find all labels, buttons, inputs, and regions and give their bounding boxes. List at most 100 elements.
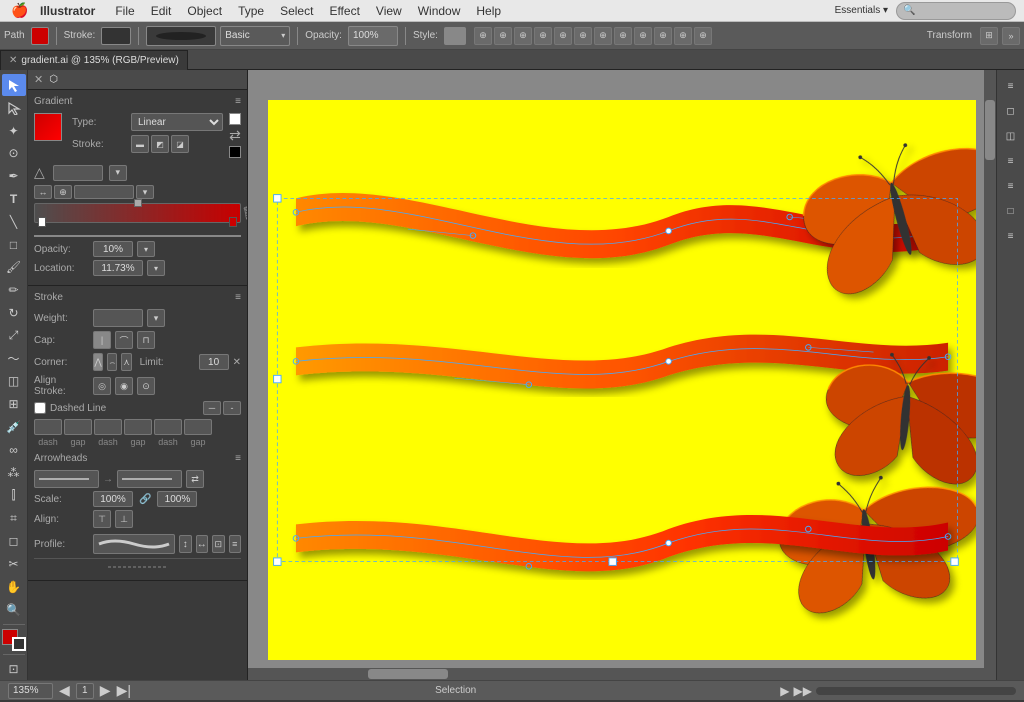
panel-tab-close-icon[interactable]: ✕ bbox=[34, 73, 43, 86]
document-tab[interactable]: ✕ gradient.ai @ 135% (RGB/Preview) bbox=[0, 50, 188, 70]
gradient-title[interactable]: Gradient ≡ bbox=[34, 96, 241, 107]
gap-1[interactable] bbox=[64, 419, 92, 435]
fill-color[interactable] bbox=[31, 27, 49, 45]
tool-warp[interactable]: 〜 bbox=[2, 348, 26, 370]
tool-column[interactable]: ⫿ bbox=[2, 485, 26, 507]
menu-window[interactable]: Window bbox=[410, 0, 469, 22]
weight-dropdown[interactable]: ▾ bbox=[147, 309, 165, 327]
tool-rotate[interactable]: ↻ bbox=[2, 302, 26, 324]
corner-miter[interactable]: ⋀ bbox=[93, 353, 103, 371]
stroke-title[interactable]: Stroke ≡ bbox=[34, 292, 241, 303]
tool-symbol[interactable]: ⁂ bbox=[2, 462, 26, 484]
arrowheads-menu-icon[interactable]: ≡ bbox=[235, 453, 241, 464]
angle-dropdown[interactable]: ▾ bbox=[109, 165, 127, 181]
tool-blob[interactable]: ✏ bbox=[2, 279, 26, 301]
tool-line[interactable]: ╲ bbox=[2, 211, 26, 233]
scale-2-input[interactable] bbox=[157, 491, 197, 507]
dash-1[interactable] bbox=[34, 419, 62, 435]
icon-btn-10[interactable]: ⊕ bbox=[654, 27, 672, 45]
tool-screen-mode[interactable]: ⊡ bbox=[2, 658, 26, 680]
stroke-icon-1[interactable]: ▬ bbox=[131, 135, 149, 153]
brush-type-select[interactable]: Basic ▾ bbox=[220, 26, 290, 46]
stroke-panel-menu-icon[interactable]: ≡ bbox=[235, 292, 241, 303]
close-tab-icon[interactable]: ✕ bbox=[9, 55, 17, 66]
icon-btn-11[interactable]: ⊕ bbox=[674, 27, 692, 45]
profile-reset-btn[interactable]: ⊡ bbox=[212, 535, 225, 553]
corner-bevel[interactable]: ⋏ bbox=[121, 353, 131, 371]
gradient-aspect-input[interactable] bbox=[74, 185, 134, 199]
arrow-end-select[interactable] bbox=[117, 470, 182, 488]
zoom-input[interactable]: 135% bbox=[8, 683, 53, 699]
tool-zoom[interactable]: 🔍 bbox=[2, 599, 26, 621]
stroke-icon-3[interactable]: ◪ bbox=[171, 135, 189, 153]
swap-icon[interactable]: ⇄ bbox=[229, 127, 241, 144]
tool-scale[interactable]: ⤢ bbox=[2, 325, 26, 347]
black-swatch[interactable] bbox=[229, 146, 241, 158]
next-artboard-btn[interactable]: ▶ bbox=[100, 682, 111, 699]
opacity-value-input[interactable] bbox=[93, 241, 133, 257]
gradient-type-select[interactable]: Linear bbox=[131, 113, 223, 131]
brush-preview[interactable] bbox=[146, 26, 216, 46]
white-swatch[interactable] bbox=[229, 113, 241, 125]
right-panel-btn-4[interactable]: ≡ bbox=[999, 149, 1023, 173]
tool-selection[interactable] bbox=[2, 74, 26, 96]
tool-rect[interactable]: □ bbox=[2, 234, 26, 256]
tool-direct-selection[interactable] bbox=[2, 97, 26, 119]
dash-type-2[interactable]: - bbox=[223, 401, 241, 415]
right-panel-btn-6[interactable]: □ bbox=[999, 199, 1023, 223]
v-scrollbar[interactable] bbox=[984, 70, 996, 680]
profile-select[interactable] bbox=[93, 534, 175, 554]
cap-square[interactable]: ⊓ bbox=[137, 331, 155, 349]
align-btn-1[interactable]: ⊤ bbox=[93, 510, 111, 528]
gap-2[interactable] bbox=[124, 419, 152, 435]
canvas-area[interactable] bbox=[248, 70, 996, 680]
stroke-color[interactable] bbox=[101, 27, 131, 45]
icon-btn-12[interactable]: ⊕ bbox=[694, 27, 712, 45]
delete-stop-btn[interactable]: 🗑 bbox=[241, 205, 248, 222]
prev-artboard-btn[interactable]: ◀ bbox=[59, 682, 70, 699]
cap-butt[interactable]: | bbox=[93, 331, 111, 349]
tool-gradient[interactable]: ◫ bbox=[2, 371, 26, 393]
more-icon[interactable]: » bbox=[1002, 27, 1020, 45]
location-dropdown[interactable]: ▾ bbox=[147, 260, 165, 276]
search-box[interactable]: 🔍 bbox=[896, 2, 1016, 20]
tool-scissors[interactable]: ✂ bbox=[2, 553, 26, 575]
style-preview[interactable] bbox=[444, 27, 466, 45]
tool-slice[interactable]: ⌗ bbox=[2, 507, 26, 529]
icon-btn-2[interactable]: ⊕ bbox=[494, 27, 512, 45]
menu-object[interactable]: Object bbox=[179, 0, 230, 22]
icon-btn-8[interactable]: ⊕ bbox=[614, 27, 632, 45]
menu-select[interactable]: Select bbox=[272, 0, 321, 22]
angle-input[interactable] bbox=[53, 165, 103, 181]
right-panel-btn-2[interactable]: ◻ bbox=[999, 99, 1023, 123]
tool-blend[interactable]: ∞ bbox=[2, 439, 26, 461]
align-btn-2[interactable]: ⊥ bbox=[115, 510, 133, 528]
opacity-dropdown[interactable]: ▾ bbox=[137, 241, 155, 257]
h-scrollbar-thumb[interactable] bbox=[368, 669, 448, 679]
icon-btn-7[interactable]: ⊕ bbox=[594, 27, 612, 45]
h-scrollbar[interactable] bbox=[248, 668, 984, 680]
menu-type[interactable]: Type bbox=[230, 0, 272, 22]
gradient-panel-menu-icon[interactable]: ≡ bbox=[235, 96, 241, 107]
weight-input[interactable] bbox=[93, 309, 143, 327]
menu-file[interactable]: File bbox=[107, 0, 142, 22]
icon-btn-6[interactable]: ⊕ bbox=[574, 27, 592, 45]
reverse-gradient-btn[interactable]: ↔ bbox=[34, 185, 52, 199]
tool-pen[interactable]: ✒ bbox=[2, 165, 26, 187]
location-value-input[interactable] bbox=[93, 260, 143, 276]
stroke-icon-2[interactable]: ◩ bbox=[151, 135, 169, 153]
fill-stroke-indicator[interactable] bbox=[2, 629, 26, 651]
tool-eyedropper[interactable]: 💉 bbox=[2, 416, 26, 438]
tool-hand[interactable]: ✋ bbox=[2, 576, 26, 598]
dash-2[interactable] bbox=[94, 419, 122, 435]
align-center[interactable]: ◎ bbox=[93, 377, 111, 395]
cap-round[interactable]: ⌒ bbox=[115, 331, 133, 349]
menu-effect[interactable]: Effect bbox=[321, 0, 367, 22]
align-inside[interactable]: ◉ bbox=[115, 377, 133, 395]
dash-3[interactable] bbox=[154, 419, 182, 435]
last-artboard-btn[interactable]: ▶| bbox=[117, 682, 131, 699]
right-panel-btn-1[interactable]: ≡ bbox=[999, 74, 1023, 98]
play-btn[interactable]: ▶ bbox=[780, 684, 789, 698]
tool-type[interactable]: T bbox=[2, 188, 26, 210]
tool-lasso[interactable]: ⊙ bbox=[2, 142, 26, 164]
